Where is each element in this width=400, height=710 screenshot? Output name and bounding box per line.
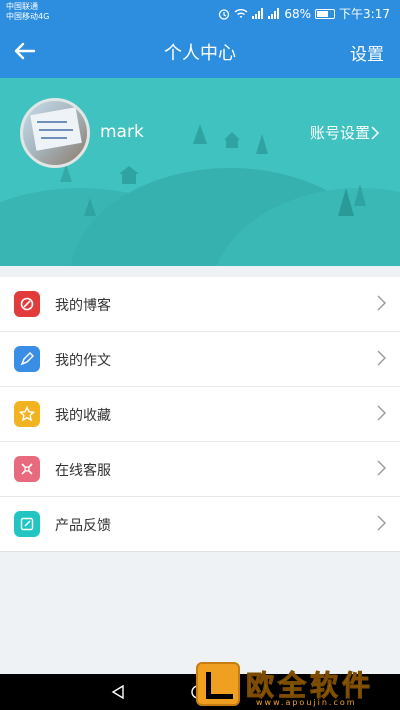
feedback-icon xyxy=(14,511,40,537)
chevron-right-icon xyxy=(377,350,386,366)
status-bar: 中国联通 中国移动4G 68% 下午3:17 xyxy=(0,0,400,24)
menu-item-essay[interactable]: 我的作文 xyxy=(0,332,400,387)
menu-item-favorites[interactable]: 我的收藏 xyxy=(0,387,400,442)
back-nav-icon[interactable] xyxy=(110,684,126,700)
account-settings-link[interactable]: 账号设置 xyxy=(310,122,380,143)
wifi-icon xyxy=(234,8,248,18)
support-icon xyxy=(14,456,40,482)
carrier-2: 中国移动4G xyxy=(6,12,50,21)
menu-item-label: 产品反馈 xyxy=(55,518,111,534)
menu-item-feedback[interactable]: 产品反馈 xyxy=(0,497,400,552)
menu-item-label: 我的博客 xyxy=(55,298,111,314)
menu-item-blog[interactable]: 我的博客 xyxy=(0,277,400,332)
alarm-icon xyxy=(219,8,230,20)
account-settings-label: 账号设置 xyxy=(309,124,370,142)
chevron-right-icon xyxy=(371,125,380,140)
watermark-logo: 欧全软件园 www.apoujin.com xyxy=(196,662,400,710)
chevron-right-icon xyxy=(377,515,386,531)
menu-item-support[interactable]: 在线客服 xyxy=(0,442,400,497)
username: mark xyxy=(100,122,144,142)
chevron-right-icon xyxy=(377,295,386,311)
menu-list: 我的博客 我的作文 我的收藏 在线客服 产品反馈 xyxy=(0,277,400,552)
star-icon xyxy=(14,401,40,427)
pencil-icon xyxy=(14,346,40,372)
avatar[interactable] xyxy=(20,98,90,168)
app-bar: 个人中心 设置 xyxy=(0,24,400,78)
page-title: 个人中心 xyxy=(164,43,236,64)
signal-icon xyxy=(252,8,264,19)
menu-item-label: 我的作文 xyxy=(55,353,111,369)
carrier-1: 中国联通 xyxy=(6,2,38,11)
chevron-right-icon xyxy=(377,460,386,476)
settings-button[interactable]: 设置 xyxy=(350,40,384,65)
battery-icon xyxy=(315,8,336,19)
menu-item-label: 我的收藏 xyxy=(55,408,111,424)
signal-4g-icon xyxy=(268,8,280,19)
menu-item-label: 在线客服 xyxy=(55,463,111,479)
battery-percent: 68% xyxy=(284,6,312,21)
clock: 下午3:17 xyxy=(339,7,390,21)
watermark-emblem xyxy=(196,662,240,706)
watermark-url: www.apoujin.com xyxy=(256,698,357,707)
profile-header: mark 账号设置 xyxy=(0,78,400,266)
chevron-right-icon xyxy=(377,405,386,421)
blog-icon xyxy=(14,291,40,317)
